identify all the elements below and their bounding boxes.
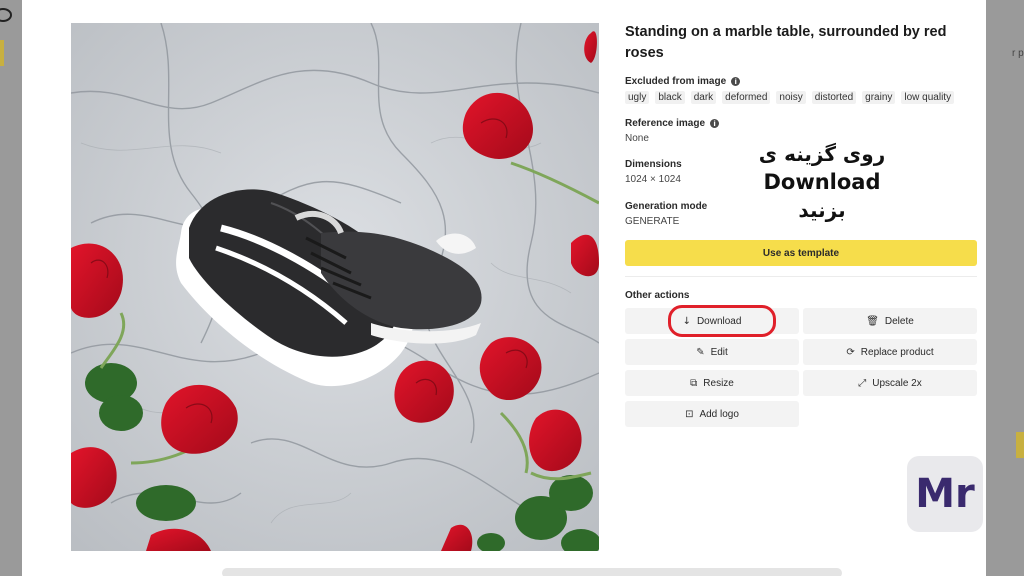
excluded-tag: deformed [722,91,771,104]
generation-label: Generation mode [625,201,708,212]
app-logo-icon [0,8,12,22]
dimensions-section: Dimensions 1024 × 1024 [625,159,682,185]
resize-label: Resize [703,377,734,389]
dimensions-label: Dimensions [625,159,682,170]
delete-button[interactable]: 🗑 Delete [803,308,977,334]
logo-frame-icon: ⊡ [685,408,694,420]
backdrop-text: r p [1012,48,1024,59]
replace-product-button[interactable]: ⟳ Replace product [803,339,977,365]
excluded-tag: dark [690,91,717,104]
add-logo-label: Add logo [699,408,739,420]
generated-image[interactable] [71,23,599,551]
divider [625,276,977,277]
replace-product-label: Replace product [860,346,934,358]
use-as-template-button[interactable]: Use as template [625,240,977,266]
delete-label: Delete [884,315,914,327]
caption-line-3: بزنید [798,198,846,222]
trash-icon: 🗑 [866,315,879,327]
excluded-tag: black [655,91,685,104]
generated-image-svg [71,23,599,551]
upscale-button[interactable]: ⤢ Upscale 2x [803,370,977,396]
caption-line-1: روی گزینه ی [758,142,886,166]
excluded-section: Excluded from image i ugly black dark de… [625,76,955,104]
excluded-tag: grainy [862,91,896,104]
excluded-tag: noisy [776,91,806,104]
excluded-tag: low quality [901,91,955,104]
reference-section: Reference image i None [625,118,720,144]
excluded-tags: ugly black dark deformed noisy distorted… [625,91,955,104]
expand-icon: ⤢ [858,377,867,389]
dimensions-value: 1024 × 1024 [625,174,681,185]
backdrop-accent [1016,432,1024,458]
generation-section: Generation mode GENERATE [625,201,707,227]
excluded-label: Excluded from image i [625,76,954,87]
backdrop-left [0,0,22,576]
modal-bottom-shadow [222,568,842,576]
watermark-logo: Mr [907,456,983,532]
details-panel: Standing on a marble table, surrounded b… [625,22,977,427]
image-detail-modal: Standing on a marble table, surrounded b… [22,0,986,576]
image-title: Standing on a marble table, surrounded b… [625,24,947,61]
excluded-label-text: Excluded from image [625,76,727,87]
backdrop-right: r p [986,0,1024,576]
tutorial-caption: روی گزینه ی Download بزنید [740,140,904,224]
reference-value: None [625,133,649,144]
resize-icon: ⧉ [690,377,698,389]
upscale-label: Upscale 2x [872,377,922,389]
reference-label-text: Reference image [625,118,706,129]
excluded-tag: distorted [811,91,857,104]
resize-button[interactable]: ⧉ Resize [625,370,799,396]
reference-label: Reference image i [625,118,720,129]
edit-button[interactable]: ✎ Edit [625,339,799,365]
excluded-tag: ugly [625,91,650,104]
download-highlight-ring [668,305,776,337]
other-actions-heading: Other actions [625,290,690,301]
backdrop-accent [0,40,4,66]
pencil-icon: ✎ [696,346,705,358]
edit-label: Edit [710,346,728,358]
caption-line-2: Download [763,170,881,194]
generation-value: GENERATE [625,216,680,227]
info-icon[interactable]: i [710,119,720,128]
info-icon[interactable]: i [731,77,741,86]
add-logo-button[interactable]: ⊡ Add logo [625,401,799,427]
refresh-icon: ⟳ [846,346,855,358]
